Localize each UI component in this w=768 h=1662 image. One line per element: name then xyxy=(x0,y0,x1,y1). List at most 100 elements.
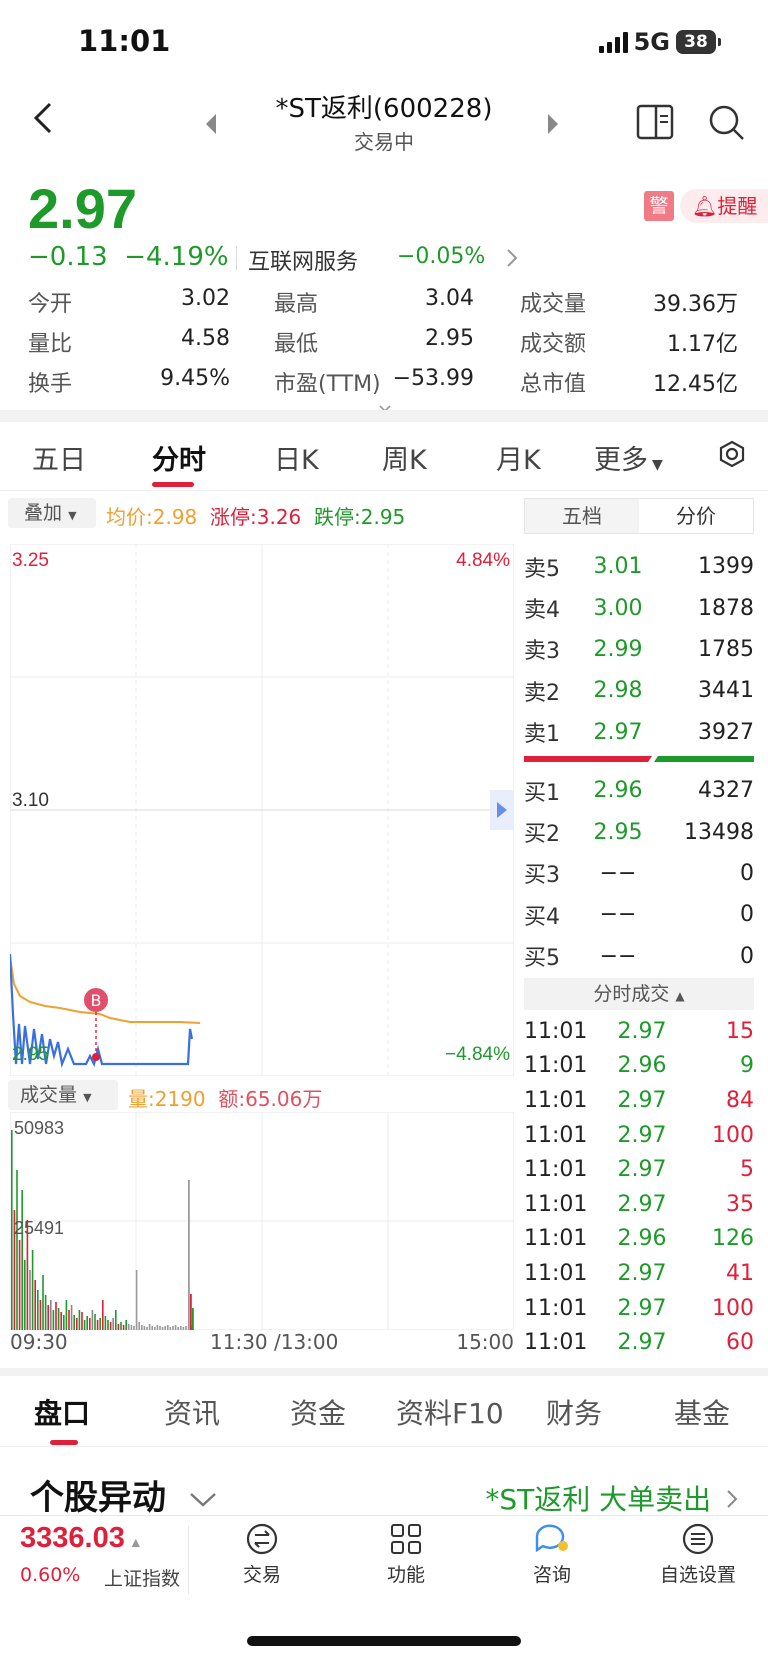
alert-label: 提醒 xyxy=(717,194,758,218)
tab-news[interactable]: 资讯 xyxy=(164,1392,220,1432)
volume-bar xyxy=(65,1300,68,1330)
tick-time: 11:01 xyxy=(524,1157,588,1183)
sector-name[interactable]: 互联网服务 xyxy=(248,244,358,276)
bid-row: 买1 2.96 4327 xyxy=(524,770,754,811)
sector-change[interactable]: −0.05% xyxy=(397,244,485,269)
nav-watchlist-label: 自选设置 xyxy=(659,1564,736,1586)
volume-bar xyxy=(86,1316,88,1330)
volume-chart[interactable]: 50983 25491 xyxy=(10,1112,514,1330)
settings-icon[interactable] xyxy=(718,440,746,475)
trade-icon xyxy=(246,1523,278,1555)
caret-down-icon: ▼ xyxy=(652,457,663,473)
caret-up-icon: ▲ xyxy=(128,1534,143,1550)
tab-funds[interactable]: 基金 xyxy=(674,1392,730,1432)
stat-value: 3.04 xyxy=(425,286,474,311)
tab-five-levels[interactable]: 五档 xyxy=(525,499,639,533)
nav-trade[interactable]: 交易 xyxy=(212,1522,312,1587)
time-start: 09:30 xyxy=(10,1330,68,1354)
volume-bar xyxy=(112,1318,114,1330)
stats-grid: 今开 3.02 最高 3.04 成交量 39.36万 量比 4.58 最低 2.95 成交… xyxy=(28,282,740,402)
tab-order-book[interactable]: 盘口 xyxy=(34,1392,90,1432)
tab-price-distribution[interactable]: 分价 xyxy=(639,499,753,533)
tick-time: 11:01 xyxy=(524,1053,588,1079)
stat-value: 1.17亿 xyxy=(667,332,738,357)
stock-movers-title[interactable]: 个股异动 xyxy=(30,1470,218,1519)
volume-bar xyxy=(109,1322,112,1330)
tab-more[interactable]: 更多 ▼ xyxy=(594,438,663,477)
bid-label: 买3 xyxy=(524,863,560,889)
tick-row: 11:01 2.96 9 xyxy=(524,1049,754,1084)
volume-bar xyxy=(125,1320,127,1330)
tab-daily-k[interactable]: 日K xyxy=(274,438,319,477)
volume-bar xyxy=(161,1327,164,1330)
axis-mid-left: 3.10 xyxy=(12,790,49,811)
nav-watchlist-settings[interactable]: 自选设置 xyxy=(648,1522,748,1587)
tab-intraday[interactable]: 分时 xyxy=(152,438,206,477)
tick-row: 11:01 2.97 15 xyxy=(524,1014,754,1049)
tab-underline xyxy=(152,482,194,487)
volume-bar xyxy=(174,1325,177,1330)
tick-trades-header[interactable]: 分时成交 ▲ xyxy=(524,978,754,1010)
volume-bar xyxy=(190,1294,192,1330)
tab-financials[interactable]: 财务 xyxy=(546,1392,602,1432)
tab-f10[interactable]: 资料F10 xyxy=(396,1392,504,1432)
movers-headline[interactable]: *ST返利 大单卖出 xyxy=(485,1478,738,1518)
volume-dropdown[interactable]: 成交量 ▼ xyxy=(8,1080,118,1110)
tab-capital-flow[interactable]: 资金 xyxy=(290,1392,346,1432)
axis-top-right: 4.84% xyxy=(456,550,510,571)
time-mid: 11:30 /13:00 xyxy=(210,1330,339,1354)
axis-bottom-right: −4.84% xyxy=(445,1044,510,1065)
alert-button[interactable]: 🔔︎提醒 xyxy=(680,189,768,223)
price-change: −0.13 −4.19% xyxy=(28,242,229,272)
search-icon[interactable] xyxy=(708,104,746,146)
volume-bar xyxy=(104,1316,107,1330)
tick-price: 2.96 xyxy=(617,1053,667,1079)
volume-bar xyxy=(130,1325,133,1330)
ask-price: 3.01 xyxy=(593,554,643,580)
nav-consult[interactable]: 咨询 xyxy=(502,1522,602,1587)
volume-bar xyxy=(50,1300,52,1330)
tick-price: 2.97 xyxy=(617,1157,667,1183)
ask-list: 卖5 3.01 1399 卖4 3.00 1878 卖3 2.99 1785 卖2 2.98 3… xyxy=(524,546,754,753)
volume-bar xyxy=(185,1326,187,1330)
intraday-chart[interactable]: B 3.25 3.10 2.95 4.84% −4.84% xyxy=(10,544,514,1076)
volume-bar xyxy=(89,1318,91,1330)
index-value-label: 3336.03 xyxy=(20,1522,125,1554)
tick-time: 11:01 xyxy=(524,1295,588,1321)
tab-5day[interactable]: 五日 xyxy=(32,438,86,477)
stat-label: 最低 xyxy=(274,332,319,357)
tick-price: 2.97 xyxy=(617,1260,667,1286)
section-divider xyxy=(0,1368,768,1376)
tab-monthly-k[interactable]: 月K xyxy=(496,438,541,477)
buy-marker-label: B xyxy=(91,991,102,1010)
stat-value: 9.45% xyxy=(160,366,230,391)
volume-bar xyxy=(156,1325,159,1330)
stats-row: 量比 4.58 最低 2.95 成交额 1.17亿 xyxy=(28,322,740,362)
chevron-down-icon xyxy=(190,1493,216,1507)
tick-row: 11:01 2.96 126 xyxy=(524,1222,754,1257)
bid-volume: 4327 xyxy=(698,778,754,804)
axis-top-left: 3.25 xyxy=(12,550,49,571)
volume-bar xyxy=(102,1300,104,1330)
change-value: −0.13 xyxy=(28,242,108,272)
ask-volume: 1878 xyxy=(698,595,754,621)
tab-weekly-k[interactable]: 周K xyxy=(382,438,427,477)
chevron-right-icon[interactable] xyxy=(506,248,518,272)
volume-bar xyxy=(94,1314,96,1330)
tick-volume: 84 xyxy=(726,1087,754,1113)
bid-price: 2.96 xyxy=(593,778,643,804)
ask-volume: 3441 xyxy=(698,678,754,704)
ask-price: 2.99 xyxy=(593,636,643,662)
tick-time: 11:01 xyxy=(524,1330,588,1356)
overlay-dropdown[interactable]: 叠加 ▼ xyxy=(8,498,96,528)
index-value[interactable]: 3336.03 ▲ xyxy=(20,1522,143,1555)
volume-bar xyxy=(57,1308,60,1330)
tick-volume: 5 xyxy=(740,1157,754,1183)
nav-functions[interactable]: 功能 xyxy=(356,1522,456,1587)
tick-price: 2.97 xyxy=(617,1122,667,1148)
bid-price: −− xyxy=(599,860,637,886)
status-indicators: 5G 38 xyxy=(598,28,721,56)
divider xyxy=(0,490,768,491)
index-name: 上证指数 xyxy=(104,1568,181,1590)
split-view-icon[interactable] xyxy=(636,104,674,144)
